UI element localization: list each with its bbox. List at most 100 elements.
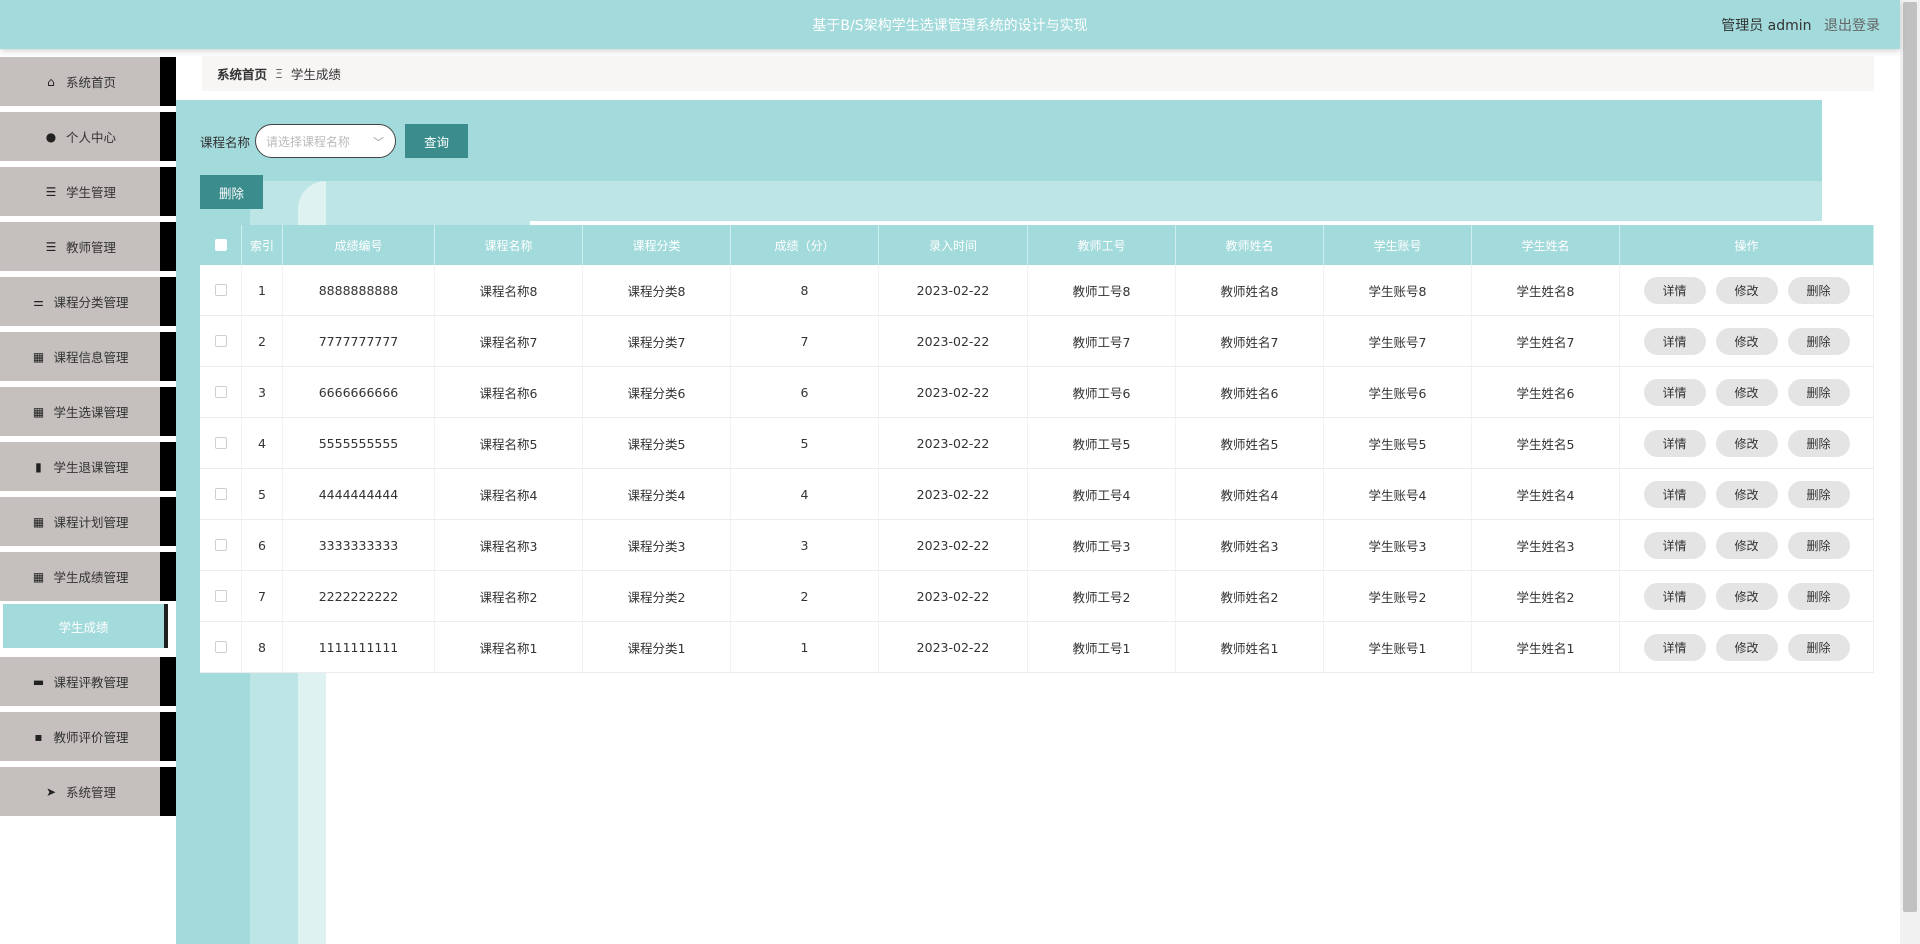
cell-index: 4 bbox=[242, 418, 283, 468]
monitor-icon: ▬ bbox=[32, 674, 45, 689]
detail-button[interactable]: 详情 bbox=[1643, 327, 1706, 355]
sidebar-item-label: 教师评价管理 bbox=[53, 730, 129, 745]
cell-course: 课程名称3 bbox=[435, 520, 583, 570]
sidebar-item-10[interactable]: ▦ 学生成绩管理 bbox=[0, 552, 176, 601]
breadcrumb-current: 学生成绩 bbox=[290, 67, 341, 82]
cell-score: 1 bbox=[731, 622, 879, 672]
edit-button[interactable]: 修改 bbox=[1715, 582, 1778, 610]
top-header: 基于B/S架构学生选课管理系统的设计与实现 管理员 admin 退出登录 bbox=[0, 0, 1900, 49]
scrollbar-thumb[interactable] bbox=[1903, 2, 1917, 912]
sidebar-item-11[interactable]: ▬ 课程评教管理 bbox=[0, 657, 176, 706]
delete-button[interactable]: 删除 bbox=[1787, 531, 1850, 559]
cell-tid: 教师工号6 bbox=[1028, 367, 1176, 417]
cell-actions: 详情 修改 删除 bbox=[1620, 418, 1874, 468]
delete-button[interactable]: 删除 bbox=[1787, 327, 1850, 355]
query-button[interactable]: 查询 bbox=[405, 124, 468, 158]
row-checkbox[interactable] bbox=[214, 437, 227, 449]
column-header: 操作 bbox=[1620, 225, 1874, 265]
sidebar-item-1[interactable]: ⌂ 系统首页 bbox=[0, 57, 176, 106]
delete-button[interactable]: 删除 bbox=[1787, 582, 1850, 610]
detail-button[interactable]: 详情 bbox=[1643, 582, 1706, 610]
cell-course: 课程名称6 bbox=[435, 367, 583, 417]
detail-button[interactable]: 详情 bbox=[1643, 480, 1706, 508]
book-icon: ▮ bbox=[35, 459, 42, 474]
cell-sid: 学生账号1 bbox=[1324, 622, 1472, 672]
cell-sname: 学生姓名8 bbox=[1472, 265, 1620, 315]
cell-tname: 教师姓名3 bbox=[1176, 520, 1324, 570]
sidebar-item-9[interactable]: ▦ 课程计划管理 bbox=[0, 497, 176, 546]
detail-button[interactable]: 详情 bbox=[1643, 429, 1706, 457]
edit-button[interactable]: 修改 bbox=[1715, 633, 1778, 661]
delete-button[interactable]: 删除 bbox=[1787, 633, 1850, 661]
batch-delete-button[interactable]: 删除 bbox=[200, 175, 263, 209]
detail-button[interactable]: 详情 bbox=[1643, 276, 1706, 304]
table-row: 7 2222222222 课程名称2 课程分类2 2 2023-02-22 教师工号2 教师姓… bbox=[200, 571, 1874, 622]
delete-button[interactable]: 删除 bbox=[1787, 378, 1850, 406]
cell-tname: 教师姓名7 bbox=[1176, 316, 1324, 366]
grades-table: 索引 成绩编号 课程名称 课程分类 成绩（分） 录入时间 教师工号 教师姓名 学生账号 学生姓名操… bbox=[200, 225, 1874, 673]
sidebar-item-4[interactable]: ☰ 教师管理 bbox=[0, 222, 176, 271]
sidebar-item-label: 学生退课管理 bbox=[53, 460, 129, 475]
sidebar-item-6[interactable]: ▦ 课程信息管理 bbox=[0, 332, 176, 381]
delete-button[interactable]: 删除 bbox=[1787, 276, 1850, 304]
page-scrollbar[interactable] bbox=[1900, 0, 1920, 944]
edit-button[interactable]: 修改 bbox=[1715, 276, 1778, 304]
user-area: 管理员 admin 退出登录 bbox=[1721, 15, 1880, 35]
delete-button[interactable]: 删除 bbox=[1787, 480, 1850, 508]
edit-button[interactable]: 修改 bbox=[1715, 378, 1778, 406]
row-checkbox[interactable] bbox=[214, 641, 227, 653]
breadcrumb-home[interactable]: 系统首页 bbox=[217, 64, 267, 83]
cell-sid: 学生账号7 bbox=[1324, 316, 1472, 366]
sliders-icon: ⚌ bbox=[33, 294, 44, 309]
cell-date: 2023-02-22 bbox=[879, 316, 1028, 366]
row-checkbox[interactable] bbox=[214, 539, 227, 551]
cell-category: 课程分类7 bbox=[583, 316, 731, 366]
cell-code: 4444444444 bbox=[283, 469, 435, 519]
row-checkbox[interactable] bbox=[214, 488, 227, 500]
sidebar-subitem-grades[interactable]: 学生成绩 bbox=[0, 604, 176, 648]
sidebar-item-3[interactable]: ☰ 学生管理 bbox=[0, 167, 176, 216]
sidebar-item-7[interactable]: ▦ 学生选课管理 bbox=[0, 387, 176, 436]
detail-button[interactable]: 详情 bbox=[1643, 531, 1706, 559]
cell-score: 3 bbox=[731, 520, 879, 570]
cell-index: 3 bbox=[242, 367, 283, 417]
cell-actions: 详情 修改 删除 bbox=[1620, 622, 1874, 672]
cell-date: 2023-02-22 bbox=[879, 571, 1028, 621]
edit-button[interactable]: 修改 bbox=[1715, 531, 1778, 559]
sidebar-item-13[interactable]: ➤ 系统管理 bbox=[0, 767, 176, 816]
cell-sname: 学生姓名6 bbox=[1472, 367, 1620, 417]
row-checkbox[interactable] bbox=[214, 284, 227, 296]
delete-button[interactable]: 删除 bbox=[1787, 429, 1850, 457]
sidebar-item-inner: ▦ 学生选课管理 bbox=[0, 387, 160, 436]
edit-button[interactable]: 修改 bbox=[1715, 480, 1778, 508]
sidebar: ⌂ 系统首页 ● 个人中心 ☰ 学生管理 ☰ 教师管理 ⚌ 课程分类管理 ▦ 课程信息管理 ▦ 学生选课管… bbox=[0, 57, 176, 822]
cell-code: 2222222222 bbox=[283, 571, 435, 621]
edit-button[interactable]: 修改 bbox=[1715, 429, 1778, 457]
cell-sname: 学生姓名4 bbox=[1472, 469, 1620, 519]
cell-category: 课程分类3 bbox=[583, 520, 731, 570]
row-checkbox[interactable] bbox=[214, 386, 227, 398]
cell-index: 7 bbox=[242, 571, 283, 621]
course-name-select[interactable]: 请选择课程名称 ﹀ bbox=[255, 124, 396, 158]
detail-button[interactable]: 详情 bbox=[1643, 378, 1706, 406]
detail-button[interactable]: 详情 bbox=[1643, 633, 1706, 661]
sidebar-item-5[interactable]: ⚌ 课程分类管理 bbox=[0, 277, 176, 326]
cell-actions: 详情 修改 删除 bbox=[1620, 265, 1874, 315]
cell-sid: 学生账号3 bbox=[1324, 520, 1472, 570]
row-checkbox[interactable] bbox=[214, 590, 227, 602]
sidebar-item-8[interactable]: ▮ 学生退课管理 bbox=[0, 442, 176, 491]
select-all-checkbox[interactable] bbox=[214, 239, 227, 251]
sidebar-item-12[interactable]: ▪ 教师评价管理 bbox=[0, 712, 176, 761]
send-icon: ➤ bbox=[45, 784, 57, 799]
cell-tname: 教师姓名5 bbox=[1176, 418, 1324, 468]
row-checkbox[interactable] bbox=[214, 335, 227, 347]
column-header: 学生账号 bbox=[1324, 225, 1472, 265]
sidebar-item-2[interactable]: ● 个人中心 bbox=[0, 112, 176, 161]
list-icon: ☰ bbox=[45, 239, 57, 254]
edit-button[interactable]: 修改 bbox=[1715, 327, 1778, 355]
cell-tid: 教师工号4 bbox=[1028, 469, 1176, 519]
user-icon: ● bbox=[45, 129, 57, 144]
cell-category: 课程分类5 bbox=[583, 418, 731, 468]
column-header: 教师工号 bbox=[1028, 225, 1176, 265]
logout-link[interactable]: 退出登录 bbox=[1824, 18, 1880, 34]
